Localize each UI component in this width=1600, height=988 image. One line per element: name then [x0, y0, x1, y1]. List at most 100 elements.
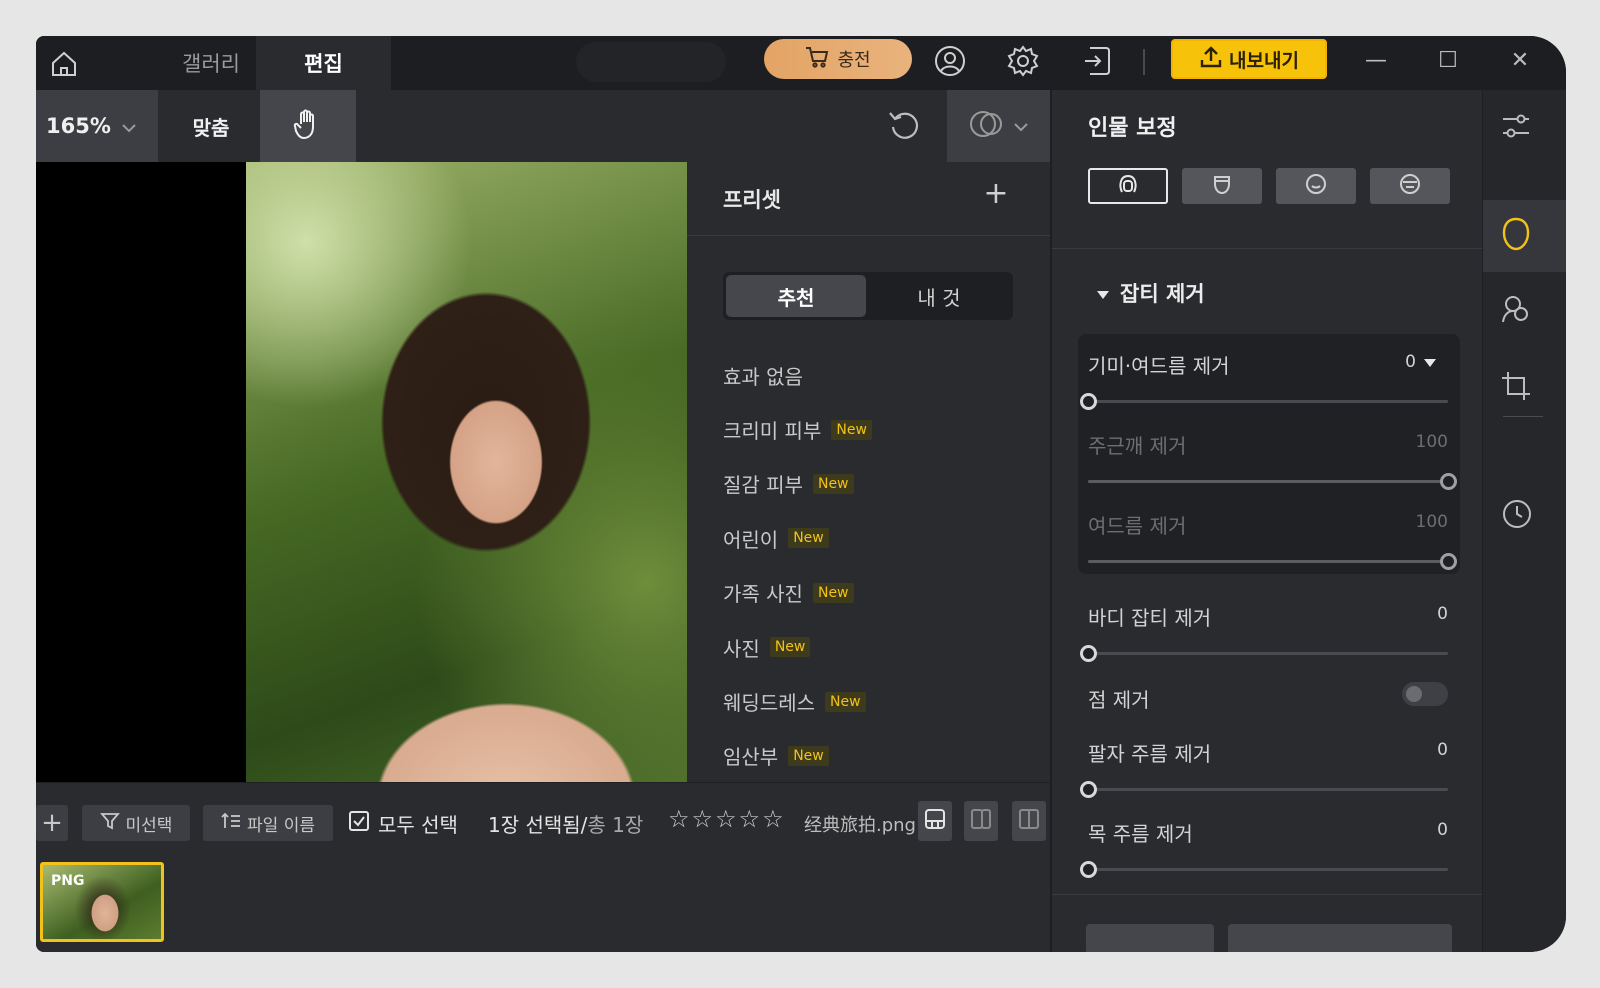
tab-face-skin[interactable] [1088, 168, 1168, 204]
upload-icon [1199, 45, 1223, 74]
slider-track[interactable] [1088, 553, 1457, 570]
preset-item[interactable]: 크리미 피부 New [723, 402, 1043, 456]
preset-item[interactable]: 가족 사진 New [723, 566, 1043, 620]
slider-track[interactable] [1080, 393, 1448, 410]
slider-handle[interactable] [1080, 781, 1097, 798]
preset-item[interactable]: 질감 피부 New [723, 457, 1043, 511]
tab-makeup[interactable] [1370, 168, 1450, 204]
preset-item[interactable]: 사진 New [723, 620, 1043, 674]
crop-tool[interactable] [1483, 352, 1566, 424]
slider-fill [1088, 480, 1448, 483]
new-badge: New [831, 419, 872, 440]
tab-eyes[interactable] [1276, 168, 1356, 204]
export-button[interactable]: 내보내기 [1171, 39, 1327, 79]
slider-handle[interactable] [1080, 393, 1097, 410]
compare-dropdown[interactable] [947, 90, 1050, 162]
history-tool[interactable] [1483, 480, 1566, 552]
preset-item[interactable]: 웨딩드레스 New [723, 674, 1043, 728]
panel-footer-button[interactable] [1086, 924, 1214, 952]
select-all-checkbox[interactable]: 모두 선택 [348, 809, 458, 838]
chevron-down-icon [121, 114, 137, 138]
adjust-tool[interactable] [1483, 92, 1566, 164]
promo-pill[interactable] [576, 42, 726, 82]
preset-item[interactable]: 어린이 New [723, 511, 1043, 565]
panel-divider [1052, 894, 1484, 895]
minimize-button[interactable]: — [1354, 40, 1398, 80]
split-view-button[interactable] [1012, 801, 1046, 841]
preset-label: 효과 없음 [723, 364, 803, 389]
presets-header: 프리셋 + [687, 162, 1050, 236]
undo-icon[interactable] [882, 104, 926, 148]
body-tool[interactable] [1483, 276, 1566, 348]
preset-item[interactable]: 효과 없음 [723, 348, 1043, 402]
segment-recommended[interactable]: 추천 [726, 275, 866, 317]
hand-icon [293, 108, 323, 144]
panel-footer-button[interactable] [1228, 924, 1452, 952]
slider-track[interactable] [1080, 781, 1448, 798]
cart-icon [805, 46, 829, 73]
slider-value: 100 [1415, 512, 1448, 532]
slider-fill [1088, 560, 1448, 563]
sort-button[interactable]: 파일 이름 [203, 805, 333, 841]
preset-label: 크리미 피부 [723, 419, 822, 444]
slider-label: 기미·여드름 제거 [1088, 354, 1230, 378]
home-icon[interactable] [46, 46, 82, 82]
people-icon [1501, 294, 1531, 330]
segment-mine[interactable]: 내 것 [869, 275, 1009, 317]
filter-button[interactable]: 미선택 [82, 805, 190, 841]
view-mode-button[interactable] [918, 801, 952, 841]
preset-label: 웨딩드레스 [723, 691, 815, 716]
presets-title: 프리셋 [723, 188, 781, 212]
new-badge: New [788, 528, 829, 549]
slider-track[interactable] [1088, 473, 1457, 490]
mole-removal-toggle[interactable] [1402, 682, 1448, 706]
selected-count: 1장 선택됨/ [488, 813, 588, 837]
select-all-label: 모두 선택 [378, 813, 458, 837]
photo-canvas[interactable] [36, 162, 687, 782]
export-label: 내보내기 [1229, 49, 1299, 72]
slider-label: 팔자 주름 제거 [1088, 742, 1212, 766]
slider-handle[interactable] [1440, 473, 1457, 490]
settings-icon[interactable] [1004, 42, 1042, 80]
compare-view-button[interactable] [964, 801, 998, 841]
sort-icon [221, 811, 241, 836]
slider-value-dropdown[interactable]: 0 [1405, 352, 1436, 372]
rail-separator [1503, 416, 1543, 417]
new-badge: New [812, 473, 854, 494]
preset-label: 질감 피부 [723, 473, 803, 498]
charge-button[interactable]: 충전 [764, 39, 912, 79]
fit-button[interactable]: 맞춤 [163, 90, 259, 162]
caret-down-icon [1424, 352, 1436, 372]
selection-status: 1장 선택됨/ 총 1장 [488, 809, 643, 838]
app-window: 갤러리 편집 충전 내보내기 — ☐ ✕ 165% 맞춤 프리셋 + 추천 내 … [36, 36, 1566, 952]
portrait-tool[interactable] [1483, 200, 1566, 272]
slider-handle[interactable] [1080, 645, 1097, 662]
user-icon[interactable] [931, 42, 969, 80]
zoom-dropdown[interactable]: 165% [36, 90, 158, 162]
maximize-button[interactable]: ☐ [1426, 40, 1470, 80]
panel-divider [1052, 248, 1484, 249]
hand-tool-button[interactable] [260, 90, 356, 162]
slider-handle[interactable] [1440, 553, 1457, 570]
preset-label: 임산부 [723, 745, 779, 770]
add-preset-button[interactable]: + [979, 176, 1013, 211]
star-rating[interactable]: ☆☆☆☆☆ [668, 805, 786, 833]
tab-edit[interactable]: 편집 [256, 36, 391, 90]
preset-label: 가족 사진 [723, 582, 803, 607]
thumbnail[interactable]: PNG [40, 862, 164, 942]
portrait-photo[interactable] [246, 162, 687, 782]
split-view-icon [1018, 808, 1040, 834]
close-button[interactable]: ✕ [1498, 40, 1542, 80]
tab-face-shape[interactable] [1182, 168, 1262, 204]
sort-label: 파일 이름 [247, 815, 315, 836]
login-icon[interactable] [1078, 42, 1116, 80]
slider-track[interactable] [1080, 861, 1448, 878]
face-shape-icon [1210, 172, 1234, 200]
section-blemish-removal[interactable]: 잡티 제거 [1096, 278, 1205, 308]
preset-item[interactable]: 임산부 New [723, 729, 1043, 783]
slider-track[interactable] [1080, 645, 1448, 662]
add-file-button[interactable]: + [36, 805, 68, 841]
canvas-background [36, 162, 246, 782]
filter-label: 미선택 [125, 815, 173, 836]
slider-handle[interactable] [1080, 861, 1097, 878]
